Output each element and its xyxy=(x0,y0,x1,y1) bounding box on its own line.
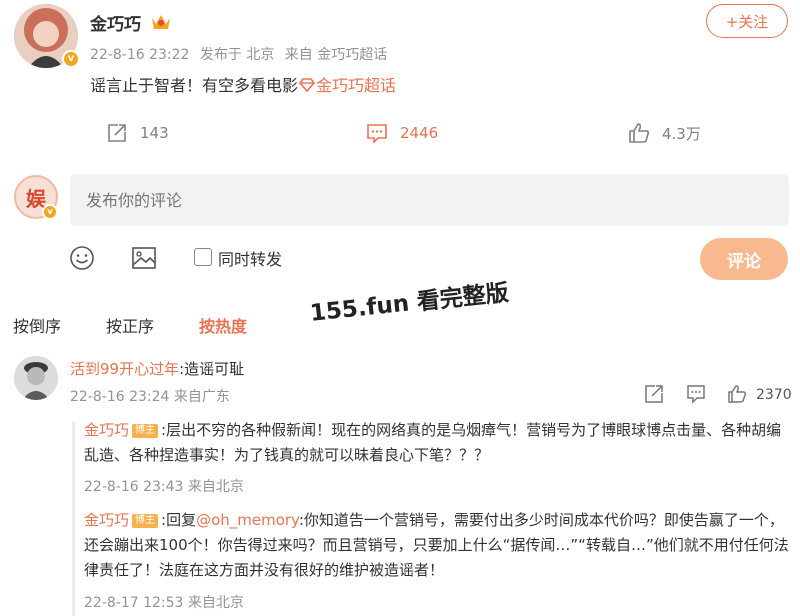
image-icon[interactable] xyxy=(131,245,157,271)
crown-icon xyxy=(152,15,170,29)
comment-action[interactable]: 2446 xyxy=(366,122,438,144)
like-action[interactable]: 4.3万 xyxy=(628,122,701,144)
comment-repost-icon[interactable] xyxy=(644,384,664,404)
repost-checkbox-label[interactable]: 同时转发 xyxy=(218,246,282,270)
submit-comment-button[interactable]: 评论 xyxy=(700,238,788,280)
repost-checkbox[interactable] xyxy=(194,248,212,266)
reply-text: :层出不穷的各种假新闻！现在的网络真的是乌烟瘴气！营销号为了博眼球博点击量、各种… xyxy=(84,421,782,464)
author-name[interactable]: 金巧巧 xyxy=(90,10,141,35)
post-source[interactable]: 来自 金巧巧超话 xyxy=(285,47,387,63)
author-tag-badge: 博主 xyxy=(132,424,159,438)
author-tag-badge: 博主 xyxy=(132,514,159,528)
emoji-icon[interactable] xyxy=(69,245,95,271)
reply-author[interactable]: 金巧巧 xyxy=(84,421,129,439)
comment-like-icon[interactable] xyxy=(727,384,747,404)
repost-icon xyxy=(108,124,126,142)
submit-label: 评论 xyxy=(727,251,761,272)
comment-text: :造谣可耻 xyxy=(179,360,245,378)
comment-icon xyxy=(367,124,387,144)
reply-item: 金巧巧 博主:回复@oh_memory:你知道告一个营销号，需要付出多少时间成本代… xyxy=(84,508,792,583)
commenter-name[interactable]: 活到99开心过年 xyxy=(70,360,179,378)
comment-input[interactable] xyxy=(70,174,789,226)
comment-meta: 22-8-16 23:24 来自广东 xyxy=(70,389,230,405)
post-text: 谣言止于智者！有空多看电影 xyxy=(90,76,299,95)
reply-meta: 22-8-16 23:43 来自北京 xyxy=(84,479,244,495)
follow-label: +关注 xyxy=(725,12,769,31)
sort-tab-hot[interactable]: 按热度 xyxy=(199,313,247,337)
verified-icon: v xyxy=(62,50,80,68)
post-meta: 22-8-16 23:22 发布于 北京 来自 金巧巧超话 xyxy=(90,44,393,64)
super-topic-icon xyxy=(298,78,316,93)
reply-author[interactable]: 金巧巧 xyxy=(84,511,129,529)
post-date[interactable]: 22-8-16 23:22 xyxy=(90,47,189,63)
post-content: 谣言止于智者！有空多看电影 金巧巧超话 xyxy=(90,72,396,96)
reply-prefix: :回复 xyxy=(161,511,197,529)
super-topic-link[interactable]: 金巧巧超话 xyxy=(316,76,396,95)
follow-button[interactable]: +关注 xyxy=(706,4,788,38)
watermark-text: 155.fun 看完整版 xyxy=(308,280,510,327)
verified-icon: v xyxy=(42,204,58,220)
comment-count: 2446 xyxy=(400,124,439,142)
reply-item: 金巧巧 博主:层出不穷的各种假新闻！现在的网络真的是乌烟瘴气！营销号为了博眼球博点… xyxy=(84,418,792,468)
sort-tab-reverse[interactable]: 按倒序 xyxy=(13,313,61,337)
reply-meta: 22-8-17 12:53 来自北京 xyxy=(84,595,244,611)
comment-like-count: 2370 xyxy=(756,387,792,403)
comment-body: 活到99开心过年:造谣可耻 xyxy=(70,358,244,379)
repost-count: 143 xyxy=(140,124,169,142)
reply-thread-divider xyxy=(72,422,75,616)
commenter-avatar[interactable] xyxy=(14,356,58,400)
repost-action[interactable]: 143 xyxy=(106,122,169,144)
sort-tab-chronological[interactable]: 按正序 xyxy=(106,313,154,337)
like-icon xyxy=(629,123,650,143)
comment-reply-icon[interactable] xyxy=(686,384,706,404)
post-location: 发布于 北京 xyxy=(199,47,275,63)
like-count: 4.3万 xyxy=(662,124,701,143)
reply-mention[interactable]: @oh_memory xyxy=(196,511,299,529)
